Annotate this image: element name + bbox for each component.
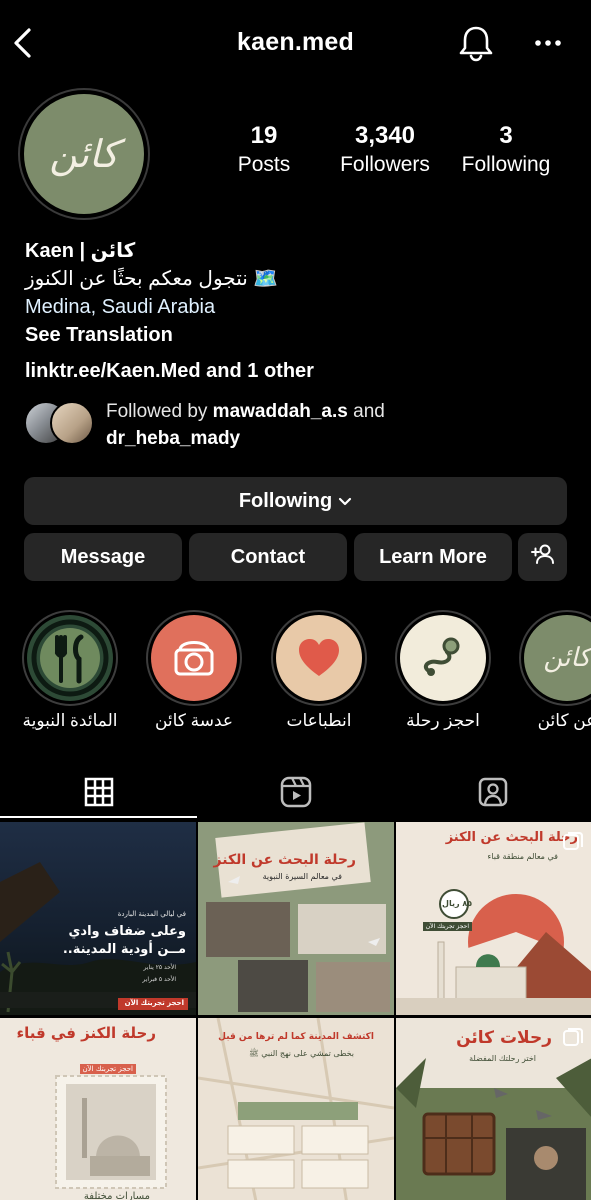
profile-name: Kaen | كائن: [25, 240, 136, 262]
heart-icon: [276, 615, 362, 701]
post-title-line: رحلة البحث عن الكنز: [445, 830, 578, 845]
post-thumbnail[interactable]: رحلات كائن اختر رحلتك المفضلة: [396, 1018, 591, 1200]
highlight-label: عن كائن: [537, 711, 591, 730]
post-schedule: الأحد ٢٥ يناير: [143, 964, 176, 971]
stat-followers[interactable]: 3,340 Followers: [330, 122, 440, 179]
following-button[interactable]: Following: [24, 477, 567, 525]
grid-tab[interactable]: [0, 770, 197, 818]
post-cta: احجز تجربتك الآن: [124, 999, 184, 1007]
post-title-line: في معالم منطقة قباء: [487, 852, 559, 861]
add-person-button[interactable]: [518, 533, 567, 581]
followed-by[interactable]: Followed by mawaddah_a.s and dr_heba_mad…: [24, 396, 564, 454]
tagged-tab[interactable]: [394, 770, 591, 818]
bell-icon[interactable]: [456, 24, 496, 62]
post-title-line: اختر رحلتك المفضلة: [469, 1054, 536, 1063]
reels-icon: [280, 776, 312, 813]
post-thumbnail[interactable]: رحلة البحث عن الكنز في معالم السيرة النب…: [198, 822, 394, 1015]
stat-value: 19: [250, 122, 278, 149]
stat-label: Posts: [237, 153, 291, 176]
highlight-logo-text: كائن: [543, 643, 591, 673]
see-translation-link[interactable]: See Translation: [25, 321, 571, 349]
post-cta: احجز تجربتك الآن: [422, 922, 472, 931]
post-thumbnail[interactable]: رحلة الكنز في قباء احجز تجربتك الآن مسار…: [0, 1018, 196, 1200]
stat-label: Following: [461, 153, 551, 176]
profile-username: kaen.med: [237, 28, 354, 56]
top-bar: kaen.med: [0, 0, 591, 86]
posts-grid: في ليالي المدينة الباردة وعلى ضفاف وادي …: [0, 822, 591, 1200]
post-title-line: بخطى تمشي على نهج النبي ﷺ: [249, 1049, 354, 1058]
followed-by-joiner: and: [353, 401, 385, 422]
stat-posts[interactable]: 19 Posts: [224, 122, 304, 179]
stat-value: 3,340: [354, 122, 416, 149]
highlight-label: عدسة كائن: [154, 711, 234, 730]
highlight-label: انطباعات: [286, 711, 352, 730]
message-button[interactable]: Message: [24, 533, 182, 581]
stat-value: 3: [499, 122, 513, 149]
learn-more-button[interactable]: Learn More: [354, 533, 512, 581]
post-title-line: اكتشف المدينة كما لم ترها من قبل: [218, 1032, 374, 1042]
bio-location[interactable]: Medina, Saudi Arabia: [25, 293, 571, 321]
grid-icon: [84, 777, 114, 812]
contact-button[interactable]: Contact: [189, 533, 347, 581]
post-kicker: في ليالي المدينة الباردة: [117, 910, 186, 918]
post-schedule: الأحد ٥ فبراير: [142, 976, 176, 983]
highlight-label: المائدة النبوية: [22, 711, 118, 730]
following-label: Following: [238, 489, 333, 512]
map-route-icon: [400, 615, 486, 701]
more-dots-icon[interactable]: [532, 28, 564, 58]
carousel-icon: [562, 830, 584, 852]
avatar[interactable]: كائن: [24, 94, 144, 214]
tagged-person-icon: [477, 776, 509, 813]
post-title-line: رحلات كائن: [456, 1028, 552, 1048]
chevron-down-icon: [338, 490, 352, 513]
follower-username[interactable]: mawaddah_a.s: [213, 401, 348, 422]
fork-knife-icon: [27, 615, 113, 701]
follower-username[interactable]: dr_heba_mady: [106, 428, 240, 449]
carousel-icon: [562, 1026, 584, 1048]
post-footer: مسارات مختلفة: [83, 1191, 150, 1200]
reels-tab[interactable]: [197, 770, 394, 818]
bio: Kaen | كائن نتجول معكم بحثًا عن الكنوز 🗺…: [25, 237, 571, 349]
post-cta: احجز تجربتك الآن: [79, 1064, 136, 1074]
add-person-icon: [530, 543, 555, 571]
post-price: ٨٥ ريال: [442, 899, 473, 908]
stat-label: Followers: [340, 153, 430, 176]
post-thumbnail[interactable]: رحلة البحث عن الكنز في معالم منطقة قباء …: [396, 822, 591, 1015]
bio-tagline: نتجول معكم بحثًا عن الكنوز 🗺️: [25, 268, 279, 290]
stat-following[interactable]: 3 Following: [454, 122, 558, 179]
camera-icon: [151, 615, 237, 701]
followed-by-prefix: Followed by: [106, 401, 208, 422]
post-title-line: رحلة البحث عن الكنز: [213, 852, 356, 868]
post-thumbnail[interactable]: في ليالي المدينة الباردة وعلى ضفاف وادي …: [0, 822, 196, 1015]
avatar-logo-text: كائن: [49, 132, 119, 176]
post-thumbnail[interactable]: اكتشف المدينة كما لم ترها من قبل بخطى تم…: [198, 1018, 394, 1200]
follower-avatar: [50, 401, 94, 445]
post-title-line: وعلى ضفاف وادي: [68, 924, 187, 939]
followed-by-text: Followed by mawaddah_a.s and dr_heba_mad…: [106, 398, 385, 452]
highlight-label: احجز رحلة: [406, 711, 480, 730]
post-title-line: رحلة الكنز في قباء: [16, 1024, 156, 1042]
profile-tabs: [0, 770, 591, 820]
bio-link[interactable]: linktr.ee/Kaen.Med and 1 other: [25, 357, 314, 385]
post-title-line: مــن أودية المدينة..: [62, 942, 186, 957]
post-title-line: في معالم السيرة النبوية: [262, 872, 342, 881]
active-tab-indicator: [0, 816, 197, 818]
